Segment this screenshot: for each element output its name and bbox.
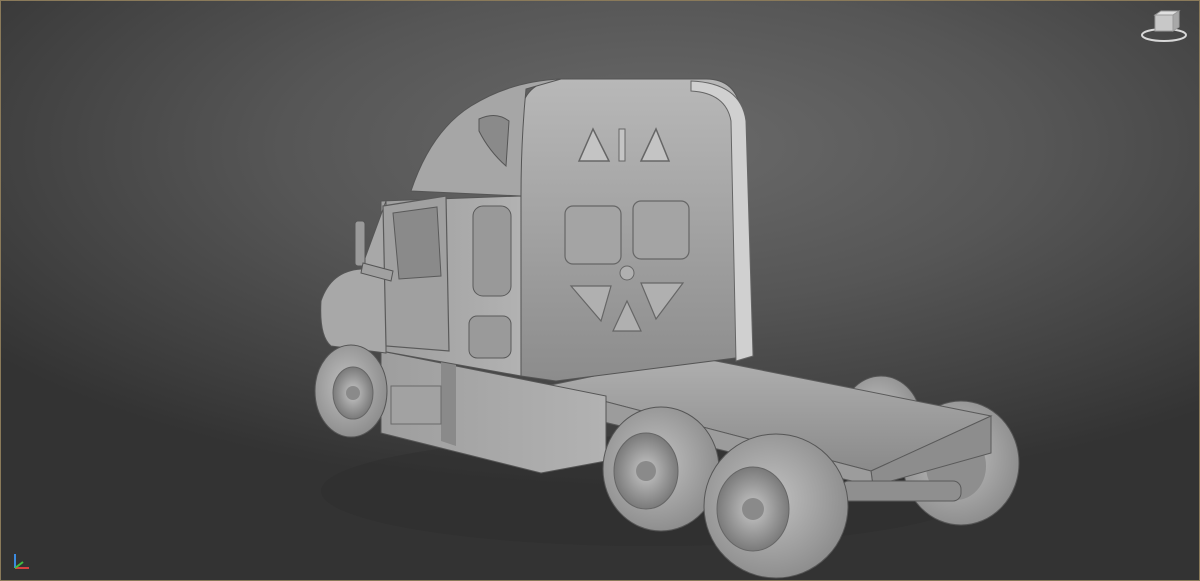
viewport[interactable] <box>0 0 1200 581</box>
truck-model[interactable] <box>1 1 1200 581</box>
rear-wheel-near-1 <box>602 406 720 532</box>
axis-tripod-icon <box>14 554 29 569</box>
viewcube-icon[interactable] <box>1139 9 1189 43</box>
rear-wheel-near-2 <box>703 433 849 579</box>
front-wheel <box>314 344 388 438</box>
cab-body <box>320 78 754 382</box>
